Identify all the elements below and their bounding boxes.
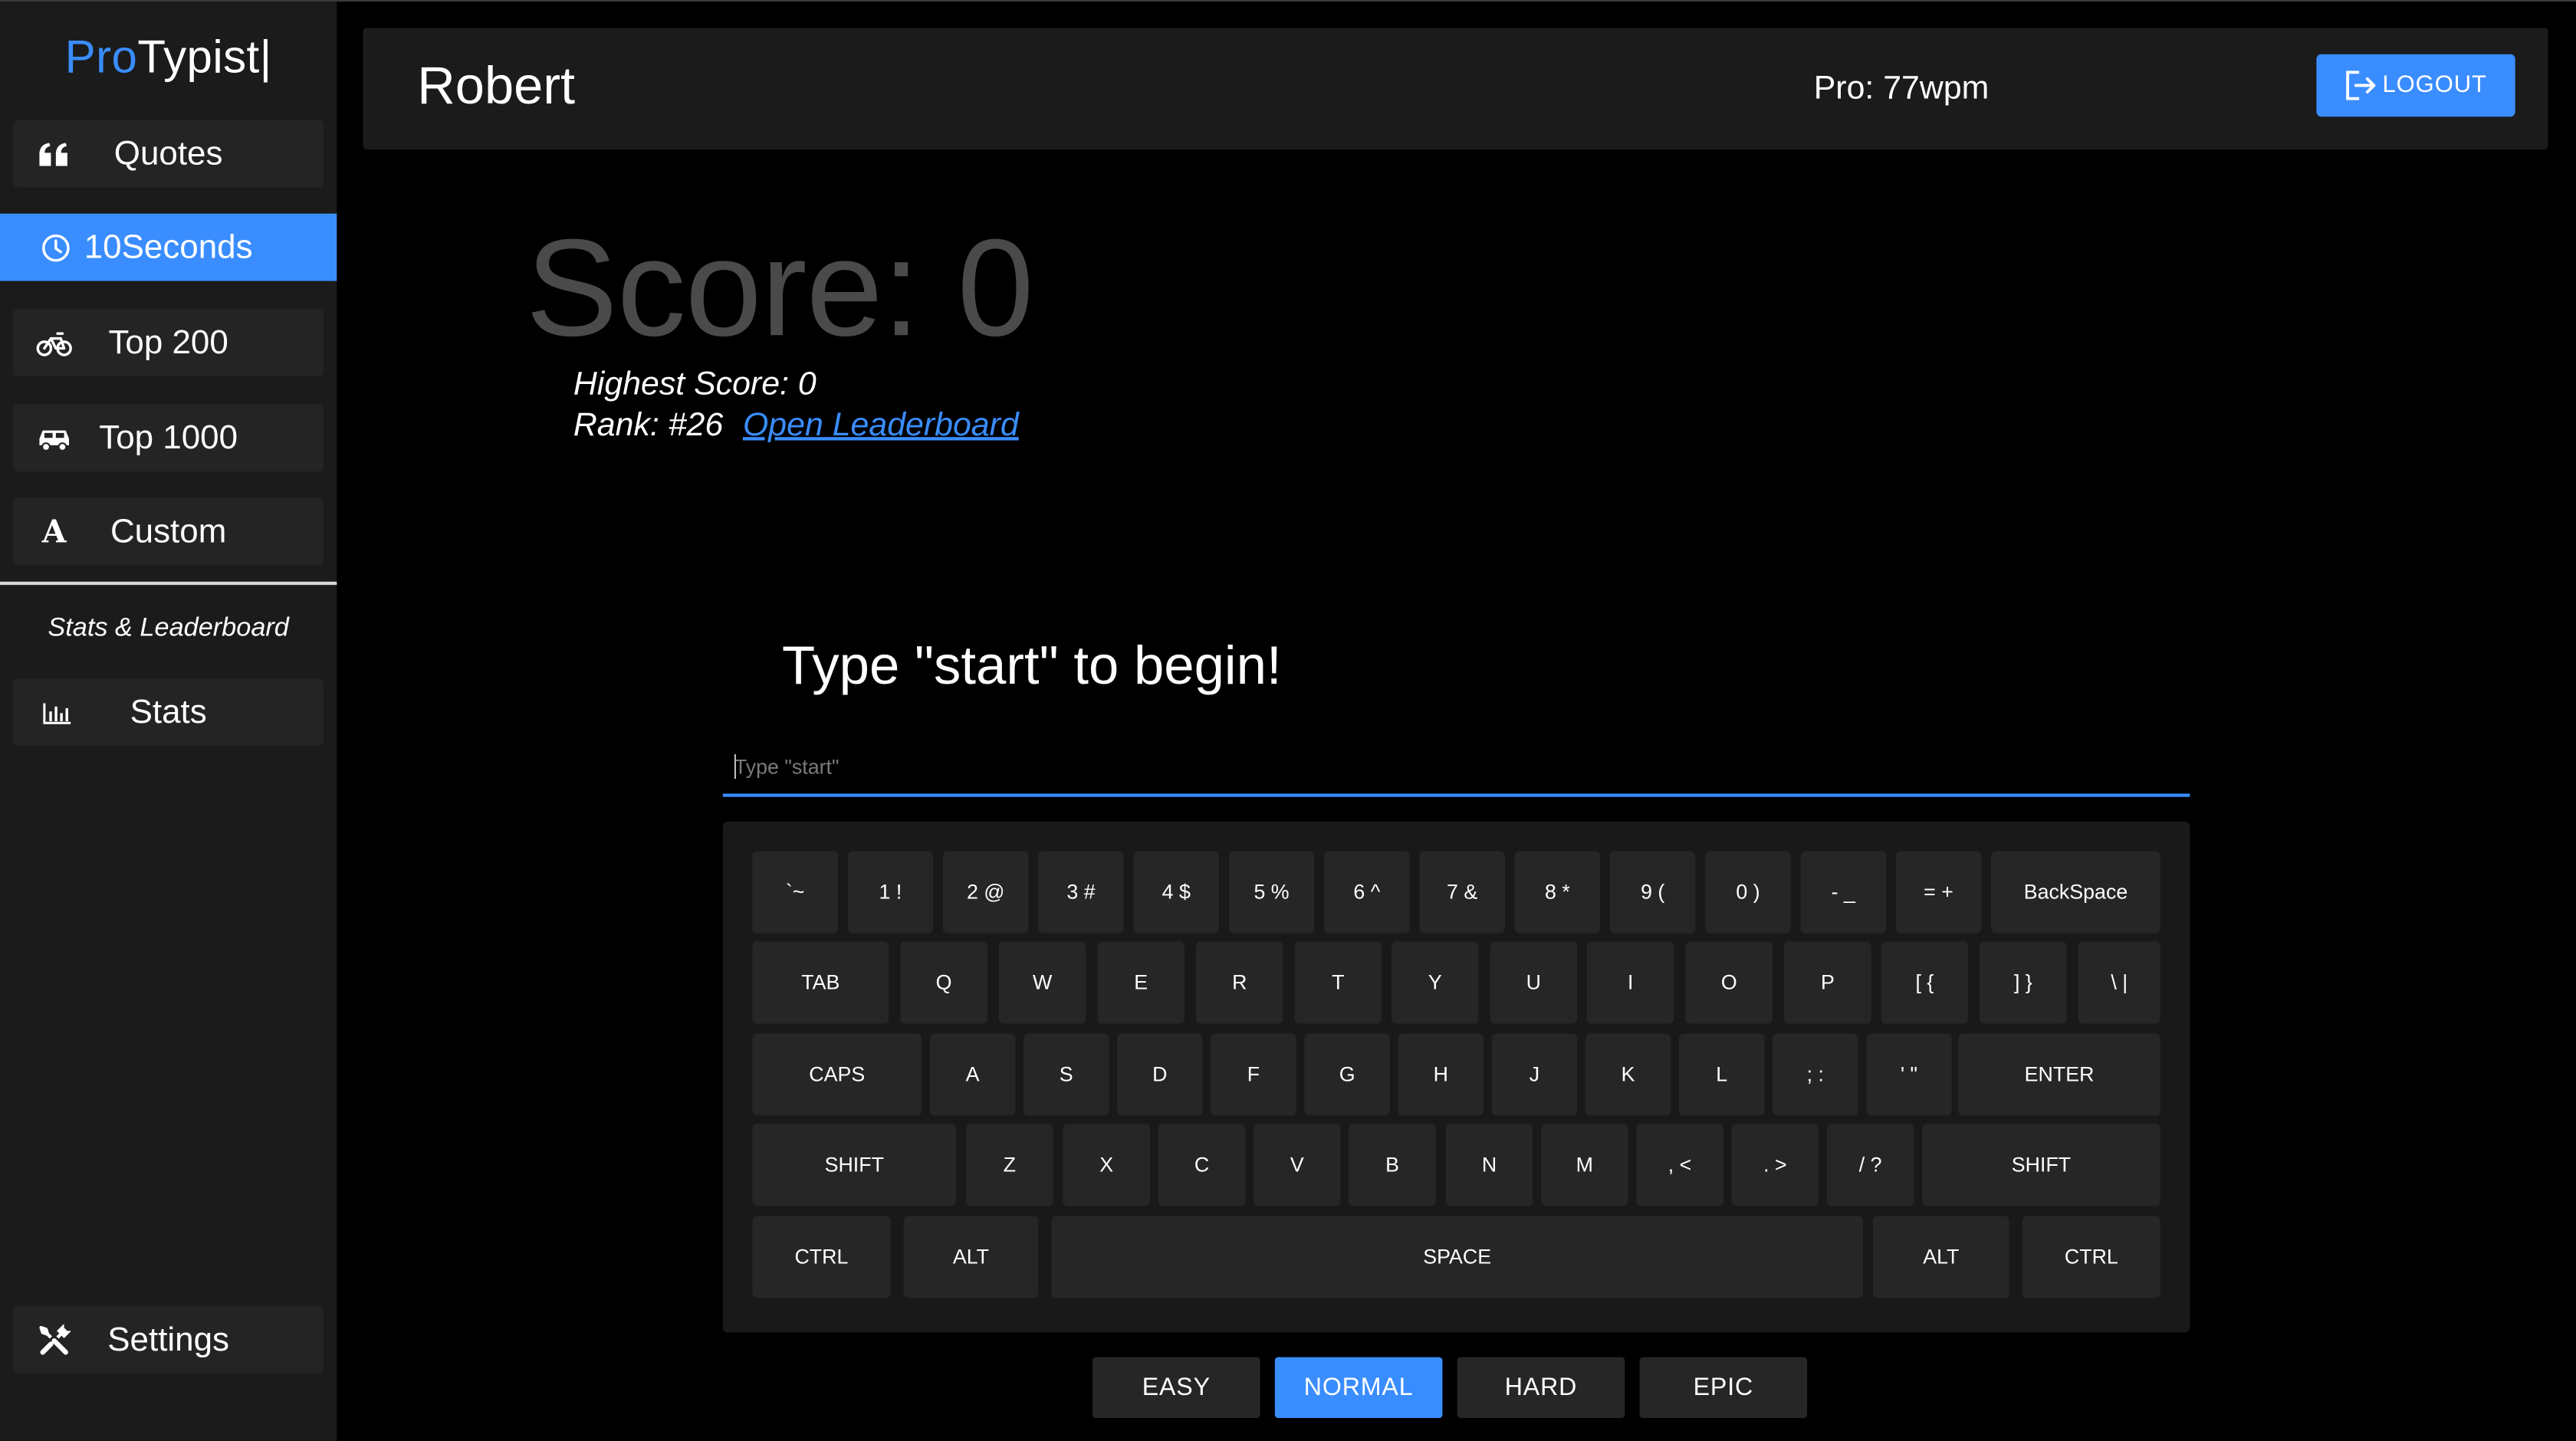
key-q[interactable]: Q xyxy=(900,941,987,1024)
open-leaderboard-link[interactable]: Open Leaderboard xyxy=(743,408,1019,444)
key-k[interactable]: K xyxy=(1585,1033,1671,1116)
key-ctrl[interactable]: CTRL xyxy=(752,1216,891,1298)
key-w[interactable]: W xyxy=(998,941,1086,1024)
key-/?[interactable]: / ? xyxy=(1826,1124,1914,1206)
sidebar-item-settings[interactable]: Settings xyxy=(13,1306,324,1374)
key-a[interactable]: A xyxy=(929,1033,1016,1116)
key-=+[interactable]: = + xyxy=(1895,851,1982,934)
sidebar-item-top1000[interactable]: Top 1000 xyxy=(13,404,324,472)
difficulty-hard-button[interactable]: HARD xyxy=(1457,1357,1625,1418)
key-\|[interactable]: \ | xyxy=(2078,941,2160,1024)
username: Robert xyxy=(417,55,576,116)
key-backspace[interactable]: BackSpace xyxy=(1991,851,2160,934)
key--_[interactable]: - _ xyxy=(1800,851,1886,934)
key-g[interactable]: G xyxy=(1304,1033,1390,1116)
key-[{[interactable]: [ { xyxy=(1881,941,1969,1024)
sidebar-divider xyxy=(0,581,337,586)
key-8*[interactable]: 8 * xyxy=(1514,851,1601,934)
key-b[interactable]: B xyxy=(1349,1124,1436,1206)
sidebar: ProTypist| Quotes 10Seconds Top 200 Top … xyxy=(0,2,337,1441)
score-display: Score: 0 xyxy=(525,210,1034,365)
key-`~[interactable]: `~ xyxy=(752,851,838,934)
key-n[interactable]: N xyxy=(1445,1124,1533,1206)
key-alt[interactable]: ALT xyxy=(903,1216,1039,1298)
difficulty-easy-button[interactable]: EASY xyxy=(1092,1357,1260,1418)
app-logo: ProTypist| xyxy=(0,31,337,84)
key-shift[interactable]: SHIFT xyxy=(1922,1124,2160,1206)
difficulty-normal-button[interactable]: NORMAL xyxy=(1274,1357,1443,1418)
top-header: Robert Pro: 77wpm LOGOUT xyxy=(363,28,2548,150)
sidebar-item-label: Custom xyxy=(110,511,227,550)
key-d[interactable]: D xyxy=(1117,1033,1203,1116)
key-4$[interactable]: 4 $ xyxy=(1133,851,1219,934)
key-]}[interactable]: ] } xyxy=(1980,941,2067,1024)
logout-label: LOGOUT xyxy=(2382,72,2487,99)
sidebar-item-label: Top 200 xyxy=(108,323,228,361)
key-alt[interactable]: ALT xyxy=(1872,1216,2009,1298)
rank-text: Rank: #26 xyxy=(573,407,724,444)
game-prompt: Type "start" to begin! xyxy=(781,634,1282,695)
key-7&[interactable]: 7 & xyxy=(1419,851,1505,934)
sidebar-item-top200[interactable]: Top 200 xyxy=(13,309,324,376)
key-,<[interactable]: , < xyxy=(1636,1124,1723,1206)
key-y[interactable]: Y xyxy=(1392,941,1479,1024)
sidebar-item-label: Settings xyxy=(107,1320,229,1358)
sidebar-item-label: Top 1000 xyxy=(99,418,238,456)
key-1![interactable]: 1 ! xyxy=(847,851,934,934)
key-'"[interactable]: ' " xyxy=(1866,1033,1952,1116)
key-3#[interactable]: 3 # xyxy=(1038,851,1124,934)
key-enter[interactable]: ENTER xyxy=(1958,1033,2160,1116)
key-i[interactable]: I xyxy=(1587,941,1674,1024)
key-s[interactable]: S xyxy=(1024,1033,1109,1116)
key-5%[interactable]: 5 % xyxy=(1228,851,1315,934)
pro-wpm-label: Pro: 77wpm xyxy=(1813,71,1990,107)
sidebar-item-quotes[interactable]: Quotes xyxy=(13,120,324,188)
key-m[interactable]: M xyxy=(1540,1124,1628,1206)
difficulty-epic-button[interactable]: EPIC xyxy=(1639,1357,1808,1418)
key-.>[interactable]: . > xyxy=(1731,1124,1819,1206)
key-z[interactable]: Z xyxy=(966,1124,1053,1206)
highest-score: Highest Score: 0 xyxy=(573,366,816,403)
key-caps[interactable]: CAPS xyxy=(752,1033,922,1116)
key-c[interactable]: C xyxy=(1158,1124,1246,1206)
key-6^[interactable]: 6 ^ xyxy=(1324,851,1410,934)
sidebar-item-label: Quotes xyxy=(113,133,223,172)
key-o[interactable]: O xyxy=(1685,941,1773,1024)
logo-pro: Pro xyxy=(64,31,138,83)
key-v[interactable]: V xyxy=(1254,1124,1341,1206)
typing-input[interactable] xyxy=(722,742,2190,793)
logout-icon xyxy=(2346,71,2376,100)
key-9([interactable]: 9 ( xyxy=(1610,851,1696,934)
key-;:[interactable]: ; : xyxy=(1773,1033,1858,1116)
key-r[interactable]: R xyxy=(1196,941,1283,1024)
sidebar-item-10seconds[interactable]: 10Seconds xyxy=(0,213,337,281)
key-l[interactable]: L xyxy=(1679,1033,1765,1116)
rank-line: Rank: #26 Open Leaderboard xyxy=(573,408,1019,445)
text-caret xyxy=(734,753,736,780)
section-label-stats-leaderboard: Stats & Leaderboard xyxy=(48,614,289,643)
key-j[interactable]: J xyxy=(1491,1033,1578,1116)
key-2@[interactable]: 2 @ xyxy=(943,851,1029,934)
key-space[interactable]: SPACE xyxy=(1051,1216,1863,1298)
window-top-border xyxy=(0,0,2576,2)
key-t[interactable]: T xyxy=(1294,941,1382,1024)
virtual-keyboard: `~ 1 ! 2 @3 #4 $5 % 6 ^ 7 & 8 * 9 (0 ) - _ = + Ba… xyxy=(722,821,2190,1333)
key-x[interactable]: X xyxy=(1063,1124,1150,1206)
logout-button[interactable]: LOGOUT xyxy=(2316,54,2515,117)
typing-input-wrapper xyxy=(722,742,2190,797)
sidebar-item-stats[interactable]: Stats xyxy=(13,678,324,747)
key-u[interactable]: U xyxy=(1490,941,1578,1024)
key-tab[interactable]: TAB xyxy=(752,941,889,1024)
sidebar-item-custom[interactable]: A Custom xyxy=(13,497,324,566)
sidebar-item-label: 10Seconds xyxy=(84,227,253,266)
key-f[interactable]: F xyxy=(1211,1033,1296,1116)
sidebar-item-label: Stats xyxy=(130,692,207,730)
key-ctrl[interactable]: CTRL xyxy=(2022,1216,2160,1298)
key-e[interactable]: E xyxy=(1097,941,1184,1024)
key-h[interactable]: H xyxy=(1398,1033,1484,1116)
key-p[interactable]: P xyxy=(1784,941,1871,1024)
key-0)[interactable]: 0 ) xyxy=(1705,851,1791,934)
key-shift[interactable]: SHIFT xyxy=(752,1124,957,1206)
logo-typist: Typist| xyxy=(137,31,272,83)
